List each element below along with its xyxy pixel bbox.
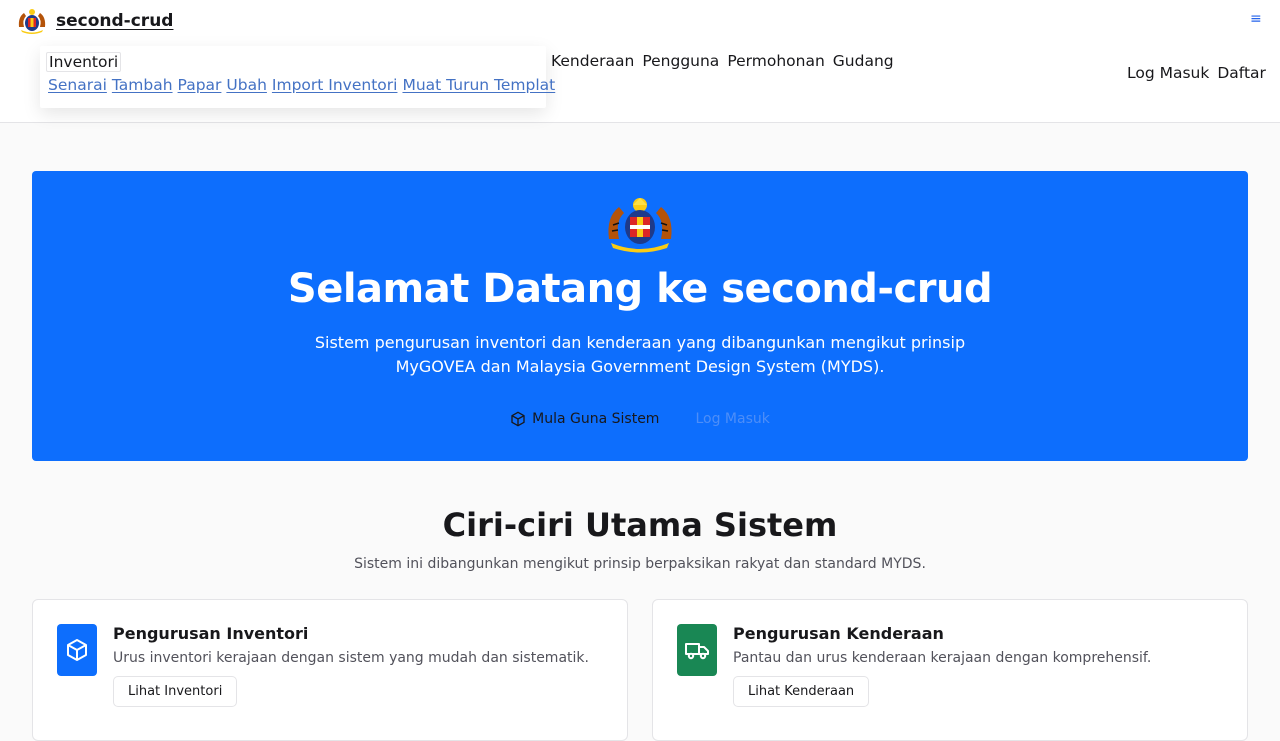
hero-login-button[interactable]: Log Masuk bbox=[691, 409, 773, 429]
hero-subtitle: Sistem pengurusan inventori dan kenderaa… bbox=[314, 333, 966, 376]
start-system-button[interactable]: Mula Guna Sistem bbox=[506, 409, 663, 429]
feature-card-description: Urus inventori kerajaan dengan sistem ya… bbox=[113, 650, 589, 666]
feature-icon-box bbox=[677, 624, 717, 676]
feature-card-title: Pengurusan Inventori bbox=[113, 624, 309, 643]
features-title: Ciri-ciri Utama Sistem bbox=[442, 506, 838, 544]
truck-icon bbox=[685, 643, 709, 660]
submenu-papar-link[interactable]: Papar bbox=[178, 76, 222, 94]
nav-pengguna[interactable]: Pengguna bbox=[642, 52, 719, 70]
hamburger-icon[interactable]: ≡ bbox=[1250, 11, 1262, 27]
feature-card-description: Pantau dan urus kenderaan kerajaan denga… bbox=[733, 650, 1152, 666]
submenu-senarai-link[interactable]: Senarai bbox=[48, 76, 107, 94]
view-vehicles-button[interactable]: Lihat Kenderaan bbox=[733, 676, 870, 707]
inventori-submenu: Senarai Tambah Papar Ubah Import Invento… bbox=[48, 76, 560, 94]
feature-card-title: Pengurusan Kenderaan bbox=[733, 624, 944, 643]
start-system-label: Mula Guna Sistem bbox=[532, 411, 660, 427]
hero-actions: Mula Guna Sistem Log Masuk bbox=[32, 409, 1248, 429]
nav-gudang[interactable]: Gudang bbox=[833, 52, 894, 70]
box-icon bbox=[511, 411, 525, 427]
nav-kenderaan[interactable]: Kenderaan bbox=[551, 52, 634, 70]
brand-home-link[interactable]: second-crud bbox=[16, 7, 173, 35]
features-subtitle: Sistem ini dibangunkan mengikut prinsip … bbox=[354, 556, 926, 572]
nav-daftar[interactable]: Daftar bbox=[1217, 64, 1266, 82]
nav-inventori[interactable]: Inventori bbox=[46, 52, 122, 72]
submenu-tambah-link[interactable]: Tambah bbox=[112, 76, 173, 94]
hero-banner: Selamat Datang ke second-crud Sistem pen… bbox=[32, 171, 1248, 461]
submenu-ubah-link[interactable]: Ubah bbox=[226, 76, 267, 94]
feature-icon-box bbox=[57, 624, 97, 676]
coat-of-arms-logo bbox=[18, 9, 46, 34]
submenu-import-inventori-link[interactable]: Import Inventori bbox=[272, 76, 398, 94]
view-inventory-button[interactable]: Lihat Inventori bbox=[113, 676, 238, 707]
site-header: second-crud ≡ Inventori Senarai Tambah P… bbox=[0, 0, 1280, 123]
nav-permohonan[interactable]: Permohonan bbox=[727, 52, 824, 70]
box-icon bbox=[67, 639, 87, 661]
main-nav: Kenderaan Pengguna Permohonan Gudang bbox=[551, 52, 902, 70]
hero-title: Selamat Datang ke second-crud bbox=[287, 266, 993, 312]
auth-nav: Log Masuk Daftar bbox=[1127, 64, 1274, 82]
brand-name: second-crud bbox=[56, 11, 174, 31]
submenu-muat-turun-templat-link[interactable]: Muat Turun Templat bbox=[402, 76, 555, 94]
coat-of-arms-logo bbox=[608, 198, 672, 253]
nav-log-masuk[interactable]: Log Masuk bbox=[1127, 64, 1209, 82]
